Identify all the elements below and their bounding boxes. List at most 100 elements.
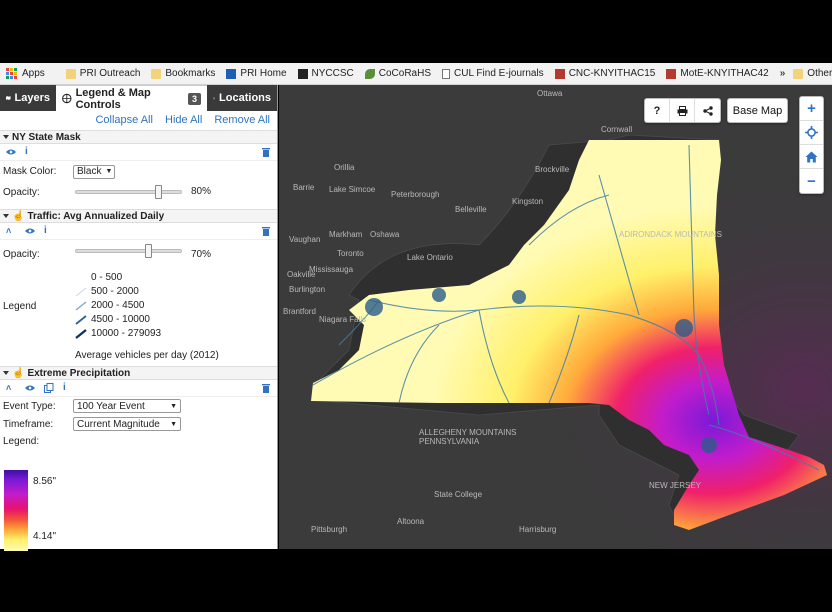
folder-icon: [151, 68, 162, 79]
bookmark-label: Bookmarks: [165, 68, 216, 79]
place-label: Mississauga: [309, 265, 354, 274]
bookmark-label: PRI Home: [240, 68, 287, 79]
place-label: NEW JERSEY: [649, 481, 702, 490]
info-icon[interactable]: i: [25, 147, 35, 157]
locate-icon: [805, 126, 818, 139]
eye-icon[interactable]: [25, 383, 35, 393]
slider-handle[interactable]: [155, 185, 162, 199]
print-icon: [677, 105, 687, 116]
opacity-value: 80%: [191, 186, 212, 197]
layer-title: Extreme Precipitation: [27, 367, 131, 379]
locate-button[interactable]: [800, 121, 823, 145]
layer-count-badge: 3: [187, 92, 201, 105]
bookmark-cnc-knyithac15[interactable]: CNC-KNYITHAC15: [554, 68, 655, 79]
event-type-label: Event Type:: [3, 400, 56, 412]
opacity-label: Opacity:: [3, 187, 40, 198]
tab-locations[interactable]: Locations: [207, 85, 277, 111]
slider-handle[interactable]: [145, 244, 152, 258]
place-label: Oshawa: [370, 230, 400, 239]
zoom-in-button[interactable]: +: [800, 97, 823, 121]
map-canvas[interactable]: Ottawa Cornwall Brockville Orillia Barri…: [279, 85, 832, 549]
bookmark-apps[interactable]: Apps: [6, 68, 45, 79]
drag-handle-icon[interactable]: ☝: [12, 211, 24, 222]
mask-color-select[interactable]: Black ▼: [73, 164, 115, 179]
copy-icon[interactable]: [44, 383, 54, 393]
opacity-value: 70%: [191, 249, 212, 260]
traffic-opacity-slider[interactable]: [75, 244, 182, 258]
zoom-out-button[interactable]: −: [800, 169, 823, 193]
info-icon[interactable]: i: [44, 226, 54, 236]
caret-down-icon: [3, 371, 9, 375]
hide-all-link[interactable]: Hide All: [165, 114, 202, 126]
help-button[interactable]: ?: [645, 99, 670, 122]
legend-swatch: [75, 314, 87, 325]
event-type-row: Event Type: 100 Year Event ▼: [0, 397, 277, 415]
timeframe-select[interactable]: Current Magnitude ▼: [73, 417, 181, 431]
timeframe-label: Timeframe:: [3, 418, 54, 430]
chevron-up-icon[interactable]: ˄: [6, 383, 16, 393]
layer-header-ny-mask[interactable]: NY State Mask: [0, 130, 277, 144]
legend-label: Legend: [3, 301, 37, 312]
layer-header-precip[interactable]: ☝ Extreme Precipitation: [0, 366, 277, 380]
nyccsc-logo-icon: [297, 68, 308, 79]
place-label: Barrie: [293, 183, 315, 192]
drag-handle-icon[interactable]: ☝: [12, 368, 24, 379]
bookmark-pri-home[interactable]: PRI Home: [226, 68, 287, 79]
minus-icon: −: [807, 172, 816, 190]
trash-icon[interactable]: [262, 226, 270, 236]
place-label: Lake Ontario: [407, 253, 453, 262]
folder-icon: [793, 68, 804, 79]
layer-title: NY State Mask: [12, 131, 81, 143]
eye-icon[interactable]: [25, 226, 35, 236]
bookmark-label: MotE-KNYITHAC42: [680, 68, 769, 79]
globe-icon: [62, 93, 72, 104]
place-label: Brockville: [535, 165, 570, 174]
select-value: 100 Year Event: [77, 400, 145, 412]
bookmark-cul-ejournals[interactable]: CUL Find E-journals: [442, 68, 544, 79]
place-label: Peterborough: [391, 190, 440, 199]
bookmark-nyccsc[interactable]: NYCCSC: [297, 68, 354, 79]
bookmark-cocorahs[interactable]: CoCoRaHS: [364, 68, 431, 79]
place-label: Belleville: [455, 205, 487, 214]
tab-label: Legend & Map Controls: [75, 86, 151, 111]
share-button[interactable]: [695, 99, 720, 122]
legend-swatch: [75, 287, 87, 296]
tab-layers[interactable]: Layers: [0, 85, 56, 111]
plus-icon: +: [807, 100, 816, 117]
legend-swatch: [75, 273, 87, 283]
zoom-controls: + −: [799, 96, 824, 194]
place-label: ALLEGHENY MOUNTAINS: [419, 428, 517, 437]
bookmark-label: NYCCSC: [311, 68, 354, 79]
buffalo-area: [365, 298, 383, 316]
bookmarks-overflow-button[interactable]: »: [780, 68, 786, 79]
tab-legend-map-controls[interactable]: Legend & Map Controls 3: [56, 85, 207, 111]
print-button[interactable]: [670, 99, 695, 122]
albany-area: [675, 319, 693, 337]
mask-opacity-slider[interactable]: [75, 185, 182, 199]
home-button[interactable]: [800, 145, 823, 169]
base-map-button[interactable]: Base Map: [727, 98, 788, 123]
eye-icon[interactable]: [6, 147, 16, 157]
rochester-area: [432, 288, 446, 302]
info-icon[interactable]: i: [63, 383, 73, 393]
event-type-select[interactable]: 100 Year Event ▼: [73, 399, 181, 413]
bookmark-pri-outreach[interactable]: PRI Outreach: [65, 68, 140, 79]
place-label: Brantford: [283, 307, 316, 316]
collapse-all-link[interactable]: Collapse All: [95, 114, 152, 126]
traffic-legend: Legend 0 - 500 500 - 2000 2000 - 4500 45…: [0, 268, 277, 364]
bookmarks-bar: Apps PRI Outreach Bookmarks PRI Home NYC…: [0, 63, 832, 85]
help-icon: ?: [653, 104, 661, 117]
chevron-up-icon[interactable]: ˄: [6, 226, 16, 236]
place-label: Niagara Falls: [319, 315, 367, 324]
trash-icon[interactable]: [262, 383, 270, 393]
bookmark-bookmarks[interactable]: Bookmarks: [151, 68, 215, 79]
trash-icon[interactable]: [262, 147, 270, 157]
legend-swatch: [75, 328, 87, 339]
share-icon: [702, 105, 713, 116]
remove-all-link[interactable]: Remove All: [214, 114, 270, 126]
bookmark-mote-knyithac42[interactable]: MotE-KNYITHAC42: [666, 68, 769, 79]
pri-logo-icon: [226, 68, 237, 79]
layer-header-traffic[interactable]: ☝ Traffic: Avg Annualized Daily: [0, 209, 277, 223]
bookmark-other[interactable]: Other bookmarks: [793, 68, 832, 79]
place-label: Kingston: [512, 197, 544, 206]
